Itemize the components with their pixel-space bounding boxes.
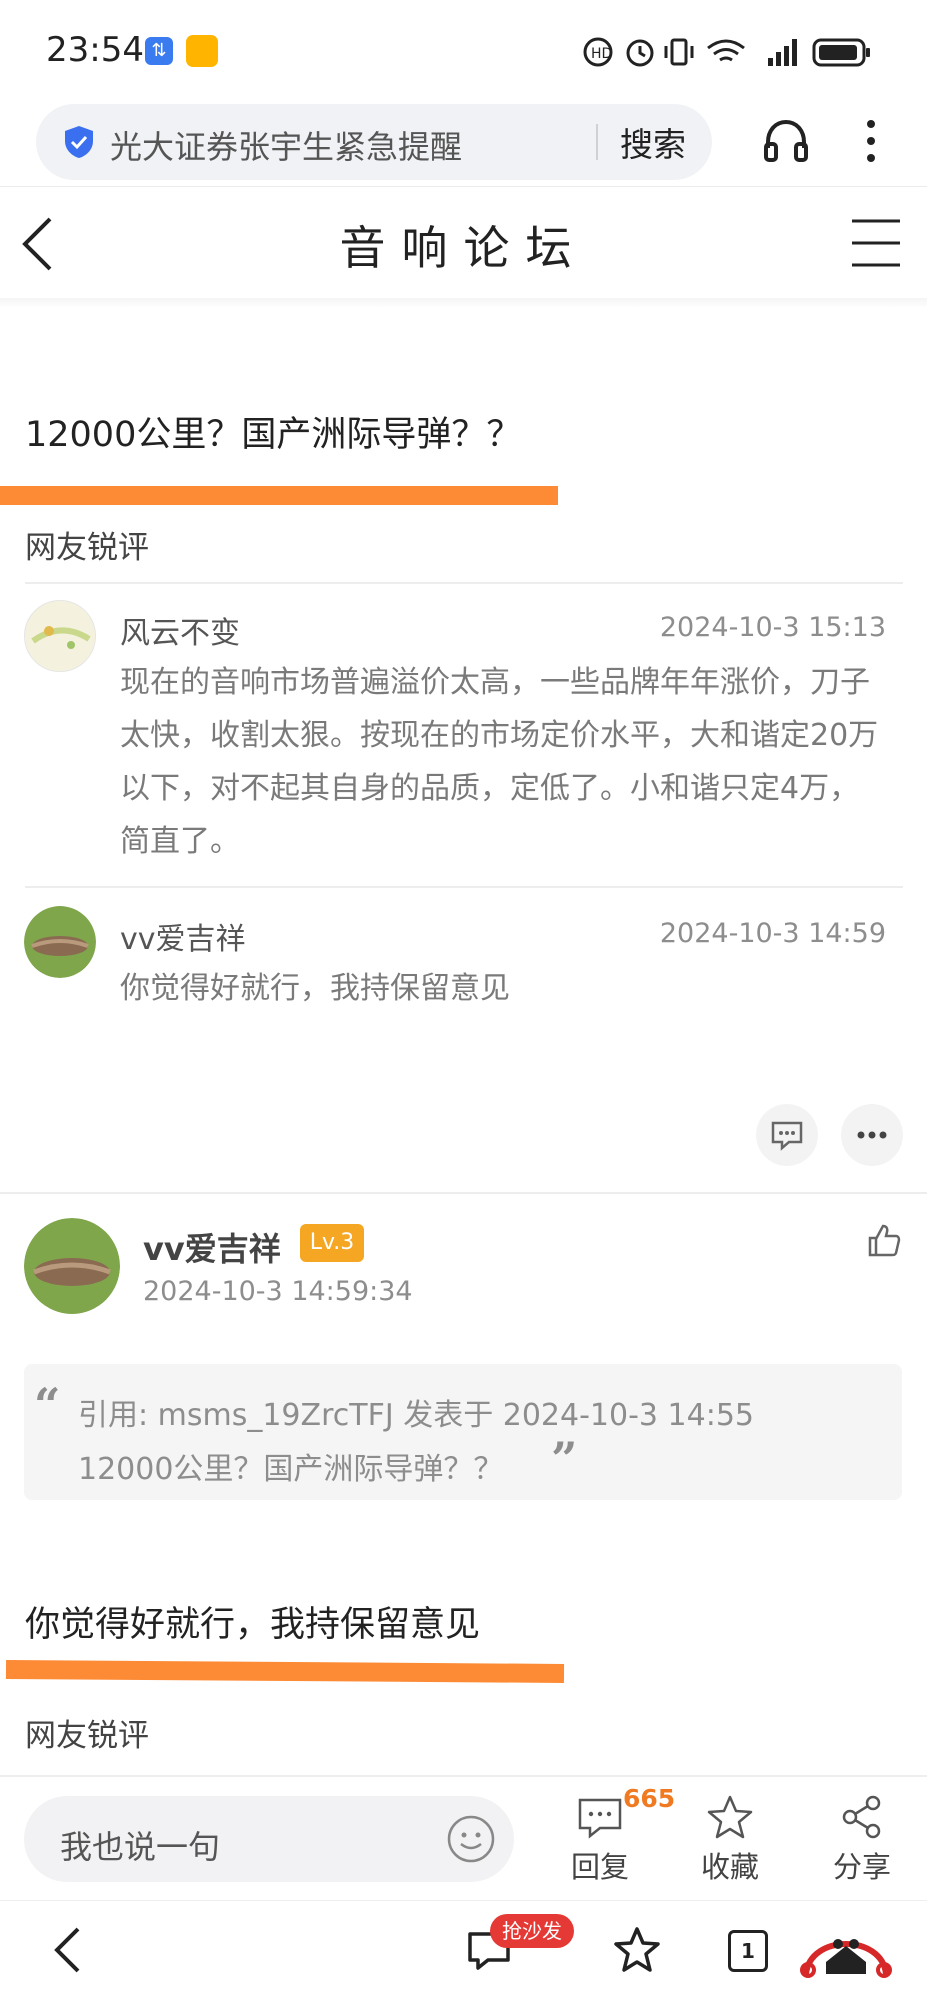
header-divider: [0, 186, 927, 187]
app-switch-icon: ⇅: [145, 37, 173, 65]
status-icons: HD: [583, 37, 870, 67]
headphones-icon[interactable]: [762, 118, 810, 164]
comment-author[interactable]: 风云不变: [120, 608, 240, 652]
quote-header: 引用: msms_19ZrcTFJ 发表于 2024-10-3 14:55: [78, 1398, 754, 1433]
share-button[interactable]: 分享: [812, 1790, 912, 1890]
reply-body: 你觉得好就行，我持保留意见: [25, 1605, 481, 1645]
favorite-label: 收藏: [700, 1850, 759, 1884]
address-divider: [596, 124, 598, 160]
more-horizontal-icon: [857, 1131, 887, 1139]
reply-count: 665: [623, 1784, 676, 1813]
orange-underline: [5, 1660, 565, 1683]
divider: [25, 582, 903, 584]
orange-underline: [0, 486, 558, 505]
header-shadow: [0, 298, 927, 308]
status-bar: 23:54 ⇅ HD: [0, 0, 927, 100]
svg-text:HD: HD: [591, 46, 612, 62]
more-button[interactable]: [841, 1104, 903, 1166]
home-logo-icon[interactable]: [796, 1914, 896, 1980]
comment-button[interactable]: [756, 1104, 818, 1166]
search-query-text[interactable]: 光大证券张宇生紧急提醒: [110, 122, 462, 168]
page-title: 音响论坛: [339, 221, 588, 275]
section-label: 网友锐评: [25, 1718, 149, 1754]
more-vertical-icon[interactable]: [864, 118, 878, 164]
quote-close-icon: ”: [551, 1432, 578, 1486]
avatar[interactable]: [24, 600, 96, 672]
post-separator: [0, 1192, 927, 1194]
star-icon: [707, 1795, 753, 1839]
share-label: 分享: [832, 1850, 891, 1884]
shield-check-icon: [65, 126, 93, 158]
level-badge: Lv.3: [300, 1224, 364, 1262]
quote-text: 12000公里？国产洲际导弹？？: [78, 1452, 504, 1487]
reply-time: 2024-10-3 14:59:34: [143, 1276, 413, 1307]
emoji-icon[interactable]: [446, 1814, 496, 1864]
comment-time: 2024-10-3 15:13: [659, 612, 886, 643]
menu-icon[interactable]: [850, 218, 902, 268]
search-button[interactable]: 搜索: [620, 118, 686, 166]
comment-placeholder[interactable]: 我也说一句: [60, 1822, 220, 1868]
status-time: 23:54: [46, 30, 144, 70]
sofa-badge[interactable]: 抢沙发: [490, 1914, 574, 1948]
nav-star-icon[interactable]: [612, 1926, 662, 1974]
favorite-button[interactable]: 收藏: [680, 1790, 780, 1890]
comment-icon: [771, 1121, 803, 1151]
share-icon: [842, 1795, 881, 1839]
divider: [25, 886, 903, 888]
nav-back-icon[interactable]: [52, 1926, 82, 1974]
comment-text: 你觉得好就行，我持保留意见: [120, 971, 510, 1006]
app-badge-icon: [186, 35, 218, 67]
quote-open-icon: “: [34, 1378, 61, 1432]
tab-count: 1: [741, 1939, 755, 1963]
bar-divider: [0, 1775, 927, 1777]
reply-icon: [578, 1798, 622, 1839]
post-title: 12000公里？国产洲际导弹？？: [25, 415, 522, 455]
avatar[interactable]: [24, 906, 96, 978]
thumbs-up-icon[interactable]: [866, 1222, 902, 1258]
comment-time: 2024-10-3 14:59: [659, 918, 886, 949]
avatar[interactable]: [24, 1218, 120, 1314]
reply-label: 回复: [570, 1850, 629, 1884]
comment-author[interactable]: vv爱吉祥: [120, 914, 246, 958]
comment-text: 现在的音响市场普遍溢价太高，一些品牌年年涨价，刀子太快，收割太狠。按现在的市场定…: [120, 665, 879, 859]
reply-author[interactable]: vv爱吉祥: [143, 1224, 281, 1270]
section-label: 网友锐评: [25, 530, 149, 566]
nav-divider: [0, 1900, 927, 1901]
tabs-button[interactable]: 1: [728, 1930, 768, 1972]
